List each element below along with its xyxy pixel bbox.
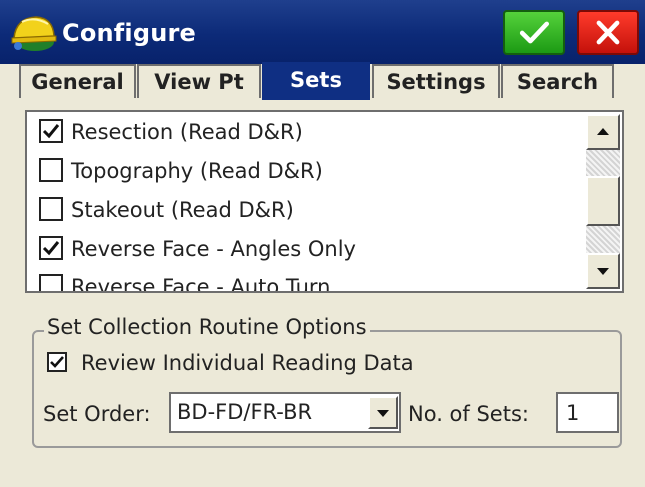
scroll-up-button[interactable] (586, 114, 620, 150)
tab-view-pt[interactable]: View Pt (137, 64, 261, 98)
set-order-dropdown[interactable]: BD-FD/FR-BR (169, 392, 401, 433)
tab-settings[interactable]: Settings (372, 64, 500, 98)
arrow-up-icon (597, 128, 609, 135)
list-item-reverse-face-auto-turn[interactable]: Reverse Face - Auto Turn (39, 269, 331, 293)
check-mark-icon (50, 356, 64, 368)
review-reading-option[interactable]: Review Individual Reading Data (47, 351, 414, 375)
tab-strip: General View Pt Sets Settings Search (19, 62, 619, 100)
set-type-list[interactable]: Resection (Read D&R) Topography (Read D&… (25, 110, 624, 293)
list-item-stakeout[interactable]: Stakeout (Read D&R) (39, 192, 294, 228)
surveyor-helmet-icon (11, 16, 57, 51)
set-order-dropdown-button[interactable] (368, 396, 398, 429)
tab-search[interactable]: Search (501, 64, 614, 98)
set-order-label: Set Order: (43, 402, 151, 426)
ok-button[interactable] (503, 10, 565, 55)
list-item-label: Reverse Face - Auto Turn (71, 275, 331, 293)
check-mark-icon (42, 241, 60, 256)
list-item-topography[interactable]: Topography (Read D&R) (39, 153, 323, 189)
title-bar: Configure (0, 0, 645, 64)
num-sets-input[interactable] (556, 392, 619, 433)
list-item-resection[interactable]: Resection (Read D&R) (39, 114, 303, 150)
list-item-label: Reverse Face - Angles Only (71, 237, 356, 261)
check-mark-icon (42, 124, 60, 139)
window-title: Configure (62, 19, 197, 47)
list-item-reverse-face-angles[interactable]: Reverse Face - Angles Only (39, 231, 356, 267)
list-item-label: Stakeout (Read D&R) (71, 198, 294, 222)
close-icon (596, 20, 620, 45)
resection-checkbox[interactable] (39, 119, 63, 143)
list-scrollbar[interactable] (586, 114, 620, 289)
review-reading-checkbox[interactable] (47, 352, 67, 372)
close-button[interactable] (577, 10, 639, 55)
topography-checkbox[interactable] (39, 158, 63, 182)
check-icon (519, 21, 550, 44)
arrow-down-icon (597, 268, 609, 275)
stakeout-checkbox[interactable] (39, 197, 63, 221)
tab-general[interactable]: General (19, 64, 136, 98)
scroll-down-button[interactable] (586, 253, 620, 289)
group-title: Set Collection Routine Options (44, 315, 370, 339)
tab-sets[interactable]: Sets (262, 62, 370, 100)
set-order-value: BD-FD/FR-BR (177, 400, 313, 424)
list-item-label: Topography (Read D&R) (71, 159, 323, 183)
review-reading-label: Review Individual Reading Data (81, 351, 414, 375)
list-item-label: Resection (Read D&R) (71, 120, 303, 144)
reverse-face-auto-turn-checkbox[interactable] (39, 274, 63, 291)
reverse-face-angles-checkbox[interactable] (39, 236, 63, 260)
scrollbar-thumb[interactable] (586, 176, 620, 226)
chevron-down-icon (377, 410, 389, 417)
num-sets-label: No. of Sets: (408, 402, 529, 426)
